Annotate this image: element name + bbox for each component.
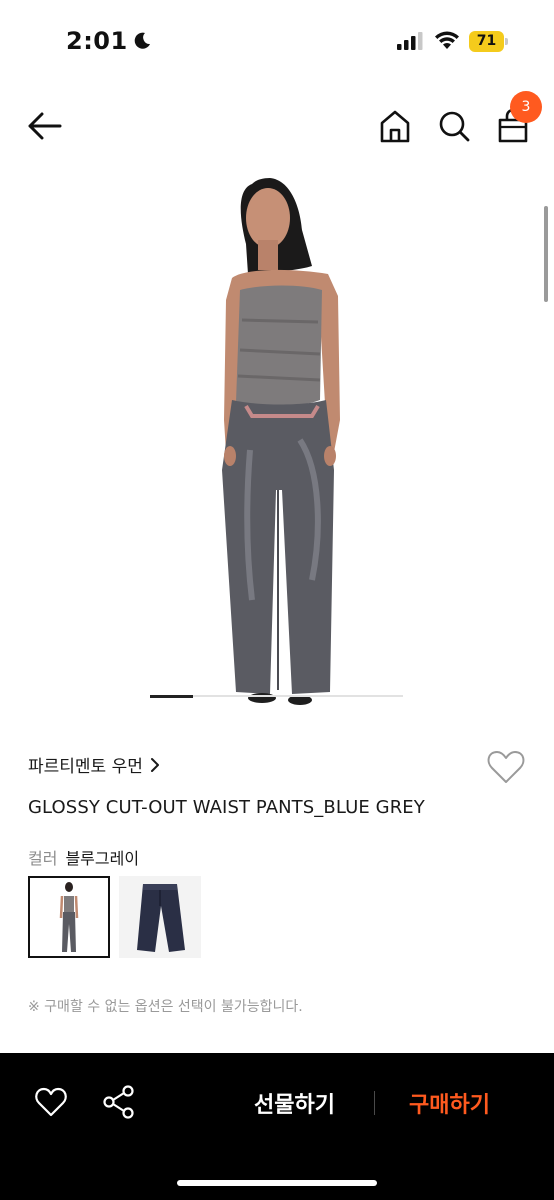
battery-icon: 71 [469,31,509,52]
swatch-model-wearing-pants[interactable] [28,876,110,958]
cart-count-badge: 3 [510,91,542,123]
bottom-action-bar: 선물하기 구매하기 [0,1053,554,1200]
gift-button[interactable]: 선물하기 [254,1087,335,1119]
color-label: 컬러 [28,849,58,868]
color-option-row: 컬러 블루그레이 [28,845,139,869]
time-text: 2:01 [66,27,128,55]
home-indicator[interactable] [177,1180,377,1186]
swatch-pants-image [137,884,185,952]
product-image[interactable] [0,170,554,710]
image-carousel-indicator [150,694,403,698]
status-bar: 2:01 71 [0,0,554,84]
action-divider [374,1091,375,1115]
wifi-icon [435,31,459,49]
chevron-right-icon [150,757,159,772]
brand-name: 파르티멘토 우먼 [28,757,143,777]
color-swatches [28,876,201,958]
heart-icon[interactable] [486,748,526,786]
header: 3 [0,90,554,162]
color-value: 블루그레이 [65,849,140,868]
option-notice: ※ 구매할 수 없는 옵션은 선택이 불가능합니다. [28,999,303,1015]
swatch-pants-flat-lay[interactable] [119,876,201,958]
product-title: GLOSSY CUT-OUT WAIST PANTS_BLUE GREY [28,797,425,818]
heart-icon[interactable] [34,1086,68,1118]
battery-tip [505,38,508,45]
back-arrow-icon[interactable] [24,106,68,146]
buy-button[interactable]: 구매하기 [409,1087,490,1119]
brand-link[interactable]: 파르티멘토 우먼 [28,752,161,777]
carousel-indicator-thumb [150,694,193,698]
battery-level: 71 [476,33,497,49]
share-icon[interactable] [102,1085,136,1119]
page-scrollbar[interactable] [544,206,548,302]
search-icon[interactable] [437,108,471,144]
swatch-model-image [59,882,79,952]
status-time: 2:01 [66,27,152,55]
home-icon[interactable] [378,108,412,144]
moon-icon [134,32,150,49]
signal-icon [397,32,423,50]
